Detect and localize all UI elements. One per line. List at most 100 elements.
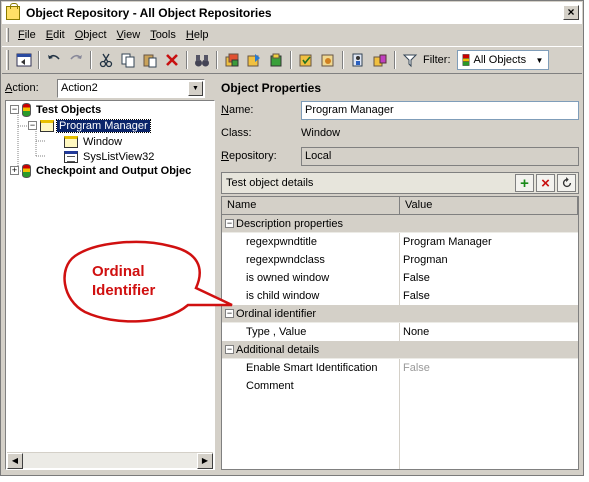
category-ordinal-identifier[interactable]: − Ordinal identifier bbox=[222, 305, 578, 323]
filter-icon-button[interactable] bbox=[400, 50, 420, 70]
tree-node-test-objects[interactable]: − Test Objects bbox=[10, 102, 103, 117]
filter-dropdown[interactable]: All Objects ▼ bbox=[456, 50, 549, 70]
scroll-left-icon[interactable]: ◀ bbox=[7, 453, 23, 469]
add-objects-button[interactable] bbox=[222, 50, 242, 70]
menu-edit[interactable]: Edit bbox=[41, 29, 70, 41]
category-label: Description properties bbox=[236, 217, 343, 230]
toolbar-separator bbox=[38, 51, 40, 69]
menu-file[interactable]: File bbox=[13, 29, 41, 41]
category-label: Additional details bbox=[236, 343, 320, 356]
property-value[interactable]: False bbox=[400, 286, 578, 305]
menu-object[interactable]: Object bbox=[70, 29, 112, 41]
find-button[interactable] bbox=[192, 50, 212, 70]
add-property-button[interactable]: + bbox=[515, 174, 534, 192]
tree-node-syslistview32[interactable]: SysListView32 bbox=[64, 149, 156, 164]
collapse-icon[interactable]: − bbox=[10, 105, 19, 114]
checkpoint-button[interactable] bbox=[296, 50, 316, 70]
name-field[interactable]: Program Manager bbox=[301, 100, 579, 120]
collapse-icon[interactable]: − bbox=[225, 309, 234, 318]
binoculars-icon bbox=[195, 55, 209, 67]
checkpoint-object-icon bbox=[22, 163, 31, 178]
associate-button[interactable] bbox=[370, 50, 390, 70]
update-objects-icon bbox=[247, 54, 260, 67]
highlight-button[interactable] bbox=[266, 50, 286, 70]
property-name: regexpwndtitle bbox=[222, 232, 400, 251]
property-value[interactable] bbox=[400, 376, 578, 395]
category-label: Ordinal identifier bbox=[236, 307, 317, 320]
table-row[interactable]: is owned window False bbox=[222, 268, 578, 287]
collapse-icon[interactable]: − bbox=[28, 121, 37, 130]
navigate-button[interactable] bbox=[14, 50, 34, 70]
table-row[interactable]: regexpwndclass Progman bbox=[222, 250, 578, 269]
table-row[interactable]: Comment bbox=[222, 376, 578, 395]
menu-help[interactable]: Help bbox=[181, 29, 214, 41]
category-additional-details[interactable]: − Additional details bbox=[222, 341, 578, 359]
window-icon bbox=[64, 135, 78, 148]
tree-node-label: Program Manager bbox=[56, 118, 151, 133]
repository-field: Local bbox=[301, 146, 579, 166]
output-value-button[interactable] bbox=[318, 50, 338, 70]
horizontal-scrollbar[interactable]: ◀ ▶ bbox=[7, 452, 213, 469]
property-value[interactable]: Program Manager bbox=[400, 232, 578, 251]
update-objects-button[interactable] bbox=[244, 50, 264, 70]
close-button[interactable]: × bbox=[563, 5, 579, 20]
cut-button[interactable] bbox=[96, 50, 116, 70]
property-value[interactable]: False bbox=[400, 268, 578, 287]
grid-column-headers: Name Value bbox=[222, 197, 578, 215]
property-value[interactable]: None bbox=[400, 322, 578, 341]
category-description-properties[interactable]: − Description properties bbox=[222, 215, 578, 233]
property-name: is child window bbox=[222, 286, 400, 305]
paste-button[interactable] bbox=[140, 50, 160, 70]
tree-node-label: Checkpoint and Output Objec bbox=[36, 164, 192, 177]
repository-label: Repository: bbox=[221, 150, 277, 162]
paste-icon bbox=[143, 54, 157, 68]
tree-node-checkpoint-objects[interactable]: + Checkpoint and Output Objec bbox=[10, 163, 193, 178]
tree-node-label: SysListView32 bbox=[83, 150, 155, 163]
collapse-icon[interactable]: − bbox=[225, 219, 234, 228]
chevron-down-icon[interactable]: ▼ bbox=[188, 80, 203, 96]
column-header-value[interactable]: Value bbox=[400, 197, 578, 215]
test-object-icon bbox=[462, 54, 469, 66]
copy-button[interactable] bbox=[118, 50, 138, 70]
action-dropdown[interactable]: Action2 ▼ bbox=[57, 78, 205, 98]
toolbar-grip bbox=[6, 50, 9, 70]
menu-tools[interactable]: Tools bbox=[145, 29, 181, 41]
table-row[interactable]: is child window False bbox=[222, 286, 578, 305]
property-grid[interactable]: Name Value − Description properties rege… bbox=[221, 196, 579, 470]
details-actions: + × bbox=[513, 174, 576, 192]
delete-icon bbox=[166, 54, 178, 66]
chevron-down-icon[interactable]: ▼ bbox=[532, 51, 548, 69]
redo-button[interactable] bbox=[66, 50, 86, 70]
menu-view[interactable]: View bbox=[112, 29, 146, 41]
remove-property-button[interactable]: × bbox=[536, 174, 555, 192]
property-value[interactable]: False bbox=[400, 358, 578, 377]
refresh-button[interactable] bbox=[557, 174, 576, 192]
action-label: Action: bbox=[5, 82, 39, 94]
property-value[interactable]: Progman bbox=[400, 250, 578, 269]
scroll-right-icon[interactable]: ▶ bbox=[197, 453, 213, 469]
output-value-icon bbox=[321, 54, 334, 67]
toolbar-separator bbox=[90, 51, 92, 69]
object-spy-button[interactable] bbox=[348, 50, 368, 70]
table-row[interactable]: Type , Value None bbox=[222, 322, 578, 341]
tree-node-window[interactable]: Window bbox=[64, 134, 124, 149]
tree-node-label: Test Objects bbox=[36, 103, 102, 116]
repository-icon bbox=[6, 3, 20, 20]
callout-text: Ordinal Identifier bbox=[92, 262, 182, 300]
delete-button[interactable] bbox=[162, 50, 182, 70]
tree-node-program-manager[interactable]: − Program Manager bbox=[28, 118, 151, 133]
toolbar-separator bbox=[342, 51, 344, 69]
title-bar: Object Repository - All Object Repositor… bbox=[2, 2, 582, 24]
table-row[interactable]: Enable Smart Identification False bbox=[222, 358, 578, 377]
column-header-name[interactable]: Name bbox=[222, 197, 400, 215]
undo-button[interactable] bbox=[44, 50, 64, 70]
collapse-icon[interactable]: − bbox=[225, 345, 234, 354]
table-row[interactable]: regexpwndtitle Program Manager bbox=[222, 232, 578, 251]
property-name: is owned window bbox=[222, 268, 400, 287]
toolbar-separator bbox=[394, 51, 396, 69]
redo-icon bbox=[70, 54, 82, 60]
property-name: Comment bbox=[222, 376, 400, 395]
repository-row: Repository: Local bbox=[221, 146, 579, 166]
expand-icon[interactable]: + bbox=[10, 166, 19, 175]
add-objects-icon bbox=[225, 53, 239, 67]
